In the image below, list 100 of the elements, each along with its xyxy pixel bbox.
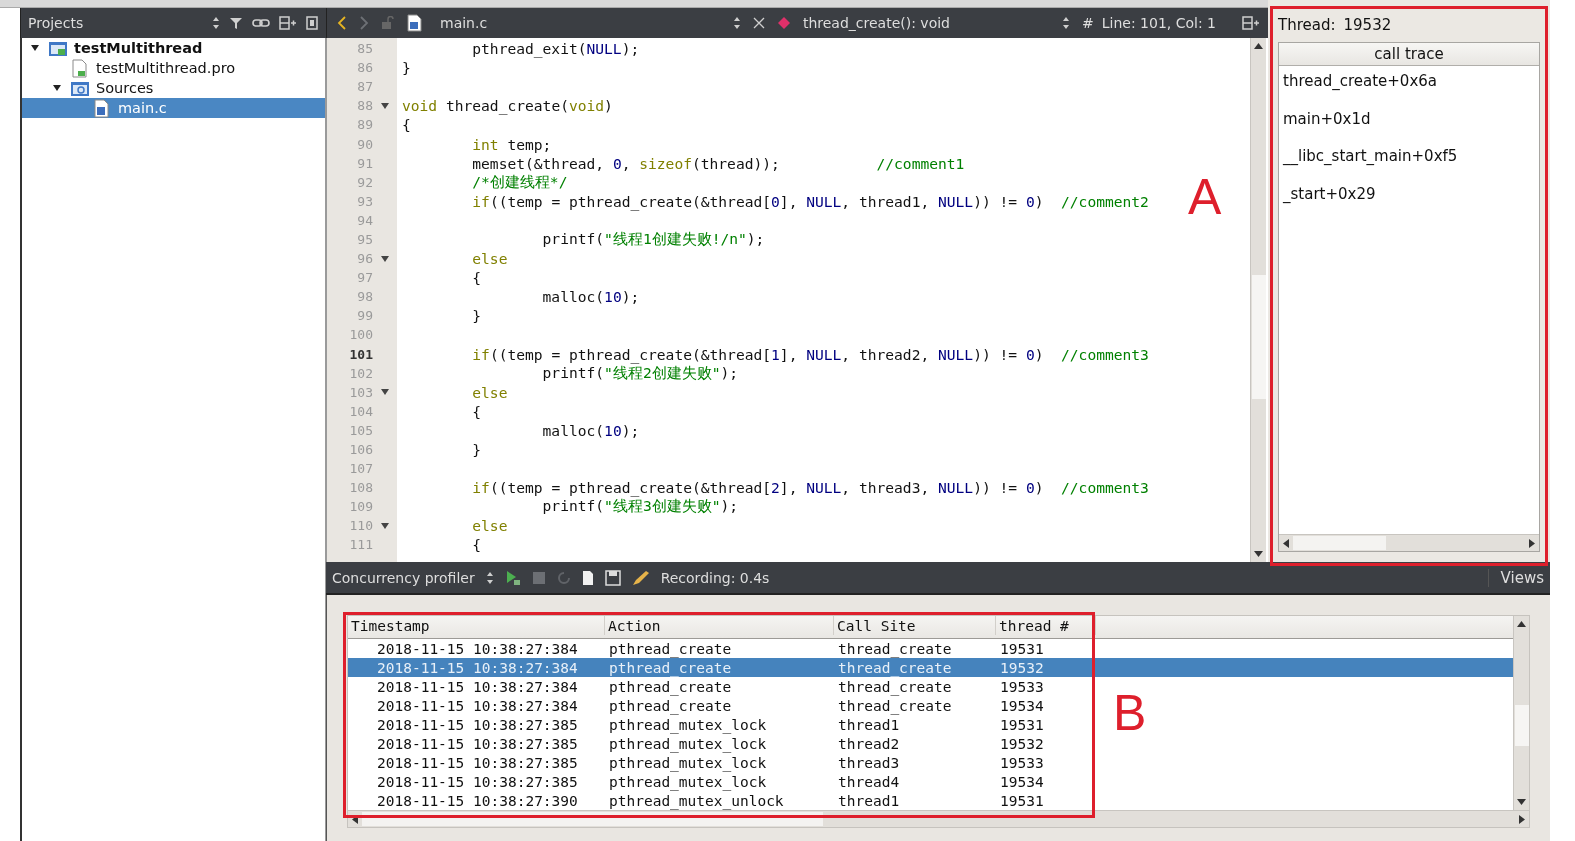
table-cell-text: 19534 [999, 773, 1045, 790]
scrollbar[interactable] [348, 810, 1529, 827]
table-cell-text: thread_create [837, 697, 953, 714]
code-line: else [471, 383, 508, 401]
code-line: int temp; [471, 135, 552, 153]
stack-frame[interactable]: __libc_start_main+0xf5 [1283, 147, 1535, 185]
line-number: 95 [356, 232, 373, 247]
link-icon[interactable] [252, 17, 270, 29]
column-header[interactable]: Call Site [834, 616, 996, 635]
tree-item[interactable]: testMultithread [22, 38, 325, 58]
filter-icon[interactable] [229, 16, 243, 30]
table-cell-text: pthread_mutex_lock [608, 754, 768, 771]
table-cell-text: 2018-11-15 10:38:27:384 [376, 640, 579, 657]
table-row[interactable]: 2018-11-15 10:38:27:384 pthread_create thread_create 19533 [348, 677, 1096, 696]
stack-frame[interactable]: main+0x1d [1283, 109, 1535, 147]
table-cell-text: 2018-11-15 10:38:27:385 [376, 754, 579, 771]
scroll-up-icon[interactable] [1517, 621, 1526, 627]
table-row[interactable]: 2018-11-15 10:38:27:390 pthread_mutex_unlock thread1 19531 [348, 791, 1096, 810]
code-line: memset(&thread, 0, sizeof(thread)); //comment1 [471, 154, 965, 172]
updown-icon[interactable] [732, 16, 741, 30]
tree-item[interactable]: testMultithread.pro [22, 58, 325, 78]
line-number: 111 [348, 537, 373, 553]
table-cell-text: thread2 [837, 735, 901, 752]
table-cell-text: pthread_create [608, 697, 733, 714]
expanded-arrow-icon[interactable] [30, 43, 40, 53]
scroll-left-icon[interactable] [1283, 538, 1289, 548]
table-row[interactable]: 2018-11-15 10:38:27:385 pthread_mutex_lock thread2 19532 [348, 734, 1096, 753]
split-icon[interactable] [1242, 16, 1260, 30]
code-line: { [471, 536, 482, 554]
table-cell-text: pthread_mutex_lock [608, 735, 768, 752]
stack-frame[interactable]: _start+0x29 [1283, 184, 1535, 222]
close-panel-icon[interactable] [306, 16, 318, 30]
thread-label: Thread: [1278, 16, 1336, 34]
fold-arrow-icon[interactable] [381, 102, 389, 109]
save-icon[interactable] [604, 569, 621, 586]
table-row[interactable]: 2018-11-15 10:38:27:384 pthread_create thread_create 19531 [348, 639, 1096, 658]
code-line: /*创建线程*/ [471, 172, 568, 192]
code-line: { [471, 402, 482, 420]
updown-icon[interactable] [1062, 16, 1070, 30]
tree-item[interactable]: main.c [22, 98, 325, 118]
line-number: 108 [348, 480, 373, 496]
table-cell-text: pthread_mutex_unlock [608, 792, 785, 809]
code-line: void thread_create(void) [402, 97, 613, 115]
table-cell-text: 19532 [999, 735, 1045, 752]
stack-frame[interactable]: thread_create+0x6a [1283, 72, 1535, 110]
scroll-right-icon[interactable] [1519, 814, 1525, 824]
table-cell-text: 2018-11-15 10:38:27:385 [376, 716, 579, 733]
column-header[interactable]: Action [605, 616, 834, 635]
tree-item[interactable]: Sources [22, 78, 325, 98]
diamond-icon [776, 16, 791, 30]
profiler-selector[interactable]: Concurrency profiler [332, 569, 475, 586]
code-line: else [471, 517, 508, 535]
table-cell-text: thread_create [837, 678, 953, 695]
document-icon[interactable] [581, 569, 594, 586]
file-name[interactable]: main.c [440, 15, 721, 31]
close-icon[interactable] [752, 17, 765, 29]
profile-icon [70, 58, 90, 78]
line-number: 98 [356, 289, 373, 305]
line-number: 104 [348, 403, 373, 419]
split-icon[interactable] [279, 16, 297, 30]
scrollbar[interactable] [1279, 534, 1539, 551]
column-header[interactable]: thread # [996, 616, 1096, 635]
code-line: if((temp = pthread_create(&thread[2], NULL, thread3, NULL)) != 0) //comment3 [471, 479, 1149, 497]
table-row[interactable]: 2018-11-15 10:38:27:385 pthread_mutex_lock thread3 19533 [348, 753, 1096, 772]
fold-arrow-icon[interactable] [381, 255, 389, 262]
scrollbar[interactable] [1513, 616, 1529, 810]
scroll-up-icon[interactable] [1254, 43, 1263, 49]
scroll-down-icon[interactable] [1254, 551, 1263, 557]
start-icon[interactable] [504, 569, 521, 586]
updown-icon[interactable] [485, 570, 494, 585]
column-header[interactable]: call trace [1279, 43, 1539, 66]
function-selector[interactable]: thread_create(): void [802, 15, 950, 31]
code-line: else [471, 250, 508, 268]
table-row[interactable]: 2018-11-15 10:38:27:385 pthread_mutex_lock thread1 19531 [348, 715, 1096, 734]
expanded-arrow-icon[interactable] [52, 83, 62, 93]
code-line: if((temp = pthread_create(&thread[0], NULL, thread1, NULL)) != 0) //comment2 [471, 192, 1149, 210]
code-line: } [402, 59, 411, 77]
table-cell-text: thread3 [837, 754, 901, 771]
line-number: 103 [348, 384, 373, 400]
table-row[interactable]: 2018-11-15 10:38:27:385 pthread_mutex_lock thread4 19534 [348, 772, 1096, 791]
table-cell-text: thread4 [837, 773, 901, 790]
file-icon [407, 14, 422, 32]
table-row[interactable]: 2018-11-15 10:38:27:384 pthread_create thread_create 19534 [348, 696, 1096, 715]
views-button[interactable]: Views [1487, 568, 1544, 587]
scroll-down-icon[interactable] [1517, 799, 1526, 805]
panel-title: Projects [28, 15, 85, 31]
scroll-right-icon[interactable] [1529, 538, 1535, 548]
line-number: 90 [356, 136, 373, 152]
updown-icon[interactable] [212, 16, 220, 30]
table-cell-text: 19533 [999, 754, 1045, 771]
fold-arrow-icon[interactable] [381, 522, 389, 529]
table-cell-text: 2018-11-15 10:38:27:385 [376, 773, 579, 790]
recording-status: Recording: 0.4s [660, 569, 770, 586]
column-header[interactable]: Timestamp [348, 616, 605, 635]
code-line: printf("线程3创建失败"); [541, 497, 739, 517]
table-row[interactable]: 2018-11-15 10:38:27:384 pthread_create thread_create 19532 [348, 658, 1096, 677]
line-number: 94 [356, 212, 373, 228]
code-line: malloc(10); [541, 288, 640, 306]
brush-icon[interactable] [631, 569, 650, 586]
fold-arrow-icon[interactable] [381, 389, 389, 396]
